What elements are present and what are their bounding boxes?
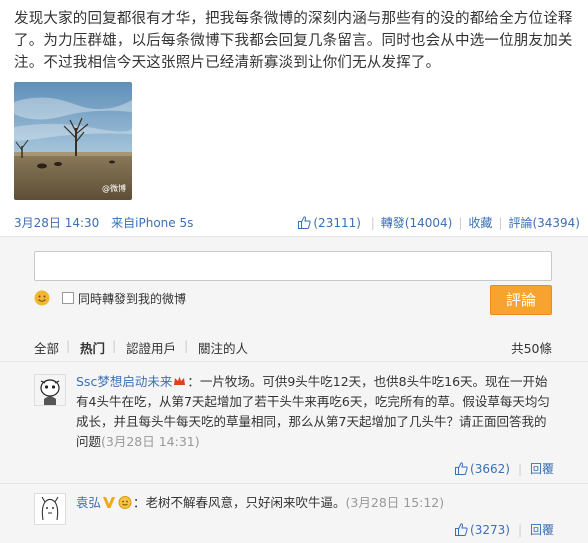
comment-text: ：老树不解春风意，只好闲来吹牛逼。 [133,495,346,510]
vip-crown-icon [174,376,186,385]
thumbs-up-icon [455,462,468,475]
filter-hot[interactable]: 热门 [80,338,105,357]
post-comment-button[interactable]: 評論(34394) [508,216,580,230]
thumbs-up-icon [455,523,468,536]
comment-count: 共50條 [511,341,552,356]
comment-username[interactable]: 袁弘 [76,495,101,510]
comment-time: (3月28日 14:31) [101,434,200,449]
comment-time: (3月28日 15:12) [345,495,445,510]
photo-watermark: @微博 [102,184,126,193]
comment-like-count: (3273) [470,523,510,537]
post-like-button[interactable]: (23111) [298,216,364,230]
thumbs-up-icon [298,216,312,229]
filter-verified[interactable]: 認證用戶 [126,338,176,357]
filter-following[interactable]: 關注的人 [198,338,248,357]
comment-reply-button[interactable]: 回覆 [530,462,554,476]
post-actions: (23111) | 轉發(14004) | 收藏 | 評論(34394) [298,214,580,231]
comment-actions: (3273) | 回覆 [455,521,554,538]
post-like-count: (23111) [313,216,361,230]
repost-label: 同時轉發到我的微博 [78,292,187,306]
comment-list: Ssc梦想启动未来 ：一片牧场。可供9头牛吃12天，也供8头牛吃16天。现在一开始… [0,362,588,543]
avatar[interactable] [34,493,66,525]
comment-input[interactable] [34,251,552,281]
filter-all[interactable]: 全部 [34,338,59,357]
submit-comment-button[interactable]: 評論 [490,285,552,315]
comment-username[interactable]: Ssc梦想启动未来 [76,374,172,389]
comment-body: Ssc梦想启动未来 ：一片牧场。可供9头牛吃12天，也供8头牛吃16天。现在一开始… [76,372,554,452]
repost-checkbox[interactable] [62,292,74,304]
cartoon-avatar-icon [35,375,65,405]
post-time-link[interactable]: 3月28日 14:30 [14,216,99,230]
post-source-link[interactable]: 来自iPhone 5s [111,216,193,230]
comment-like-button[interactable]: (3273) [455,523,510,537]
post-photo[interactable]: @微博 [14,82,132,200]
verified-v-icon [103,497,116,508]
post-repost-button[interactable]: 轉發(14004) [381,216,453,230]
post-favorite-button[interactable]: 收藏 [468,216,492,230]
post-meta: 3月28日 14:30 来自iPhone 5s (23111) | 轉發(1400… [14,214,580,232]
comment-reply-button[interactable]: 回覆 [530,523,554,537]
comment-item: Ssc梦想启动未来 ：一片牧场。可供9头牛吃12天，也供8头牛吃16天。现在一开始… [0,362,588,484]
comment-body: 袁弘 ：老树不解春风意，只好闲来吹牛逼。(3月28日 15:12) [76,493,554,513]
sketch-avatar-icon [35,494,65,524]
comment-like-button[interactable]: (3662) [455,462,510,476]
comment-form: 同時轉發到我的微博 評論 [0,236,588,332]
comment-like-count: (3662) [470,462,510,476]
post-text: 发现大家的回复都很有才华，把我每条微博的深刻内涵与那些有的没的都给全方位诠释了。… [14,11,573,71]
comment-actions: (3662) | 回覆 [455,460,554,477]
member-badge-icon [118,496,132,509]
comment-item: 袁弘 ：老树不解春风意，只好闲来吹牛逼。(3月28日 15:12) (3273) |… [0,485,588,543]
emoji-icon[interactable] [34,290,50,306]
comment-filter-bar: 全部 | 热门 | 認證用戶 | 關注的人 共50條 [0,332,588,362]
avatar[interactable] [34,374,66,406]
